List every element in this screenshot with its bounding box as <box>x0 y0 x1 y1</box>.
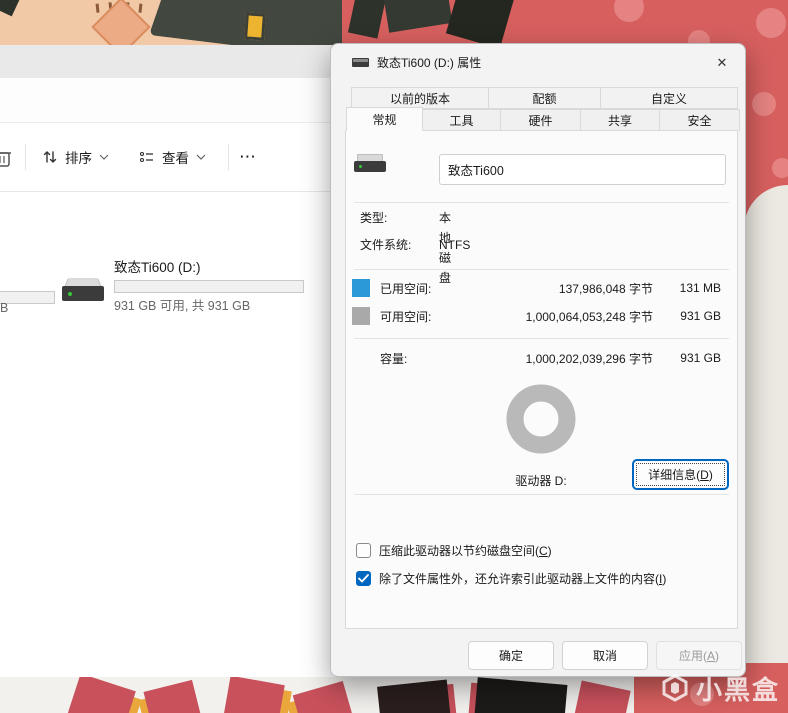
free-space-swatch <box>352 307 370 325</box>
details-button[interactable]: 详细信息(D) <box>633 460 728 489</box>
dialog-titlebar: 致态Ti600 (D:) 属性 ✕ <box>331 44 745 80</box>
divider <box>354 494 729 495</box>
wallpaper-dot <box>752 92 776 116</box>
properties-dialog: 致态Ti600 (D:) 属性 ✕ 以前的版本 配额 自定义 常规 工具 硬件 … <box>330 43 746 677</box>
compress-checkbox[interactable] <box>356 542 371 558</box>
dialog-title: 致态Ti600 (D:) 属性 <box>377 56 482 70</box>
close-button[interactable]: ✕ <box>707 49 737 77</box>
index-checkbox-row[interactable]: 除了文件属性外，还允许索引此驱动器上文件的内容(I) <box>356 569 666 587</box>
used-space-swatch <box>352 279 370 297</box>
screen: 小黑盒 排序 查看 ⋯ B 致态Ti600 (D:) 931 GB 可用, 共 … <box>0 0 788 713</box>
sort-label: 排序 <box>65 151 92 166</box>
index-checkbox-label: 除了文件属性外，还允许索引此驱动器上文件的内容(I) <box>379 571 667 586</box>
used-space-label: 已用空间: <box>380 281 432 296</box>
view-icon <box>139 151 153 163</box>
divider <box>354 269 729 270</box>
type-row: 类型: 本地磁盘 <box>360 208 451 285</box>
drive-icon <box>62 275 104 307</box>
sort-button[interactable]: 排序 <box>32 139 119 175</box>
filesystem-row: 文件系统: NTFS <box>360 235 470 255</box>
used-space-bytes: 137,986,048 字节 <box>558 281 653 296</box>
free-space-row: 可用空间: 1,000,064,053,248 字节 931 GB <box>352 305 725 327</box>
general-tab-panel: 类型: 本地磁盘 文件系统: NTFS 已用空间: 137,986,048 字节… <box>345 130 738 629</box>
type-label: 类型: <box>360 211 388 225</box>
tab-quota[interactable]: 配额 <box>488 87 601 109</box>
wallpaper-dot <box>772 158 788 178</box>
tab-hardware[interactable]: 硬件 <box>500 109 581 131</box>
compress-checkbox-row[interactable]: 压缩此驱动器以节约磁盘空间(C) <box>356 541 552 559</box>
drive-label-input[interactable] <box>439 154 726 185</box>
tab-sharing[interactable]: 共享 <box>580 109 660 131</box>
explorer-address-strip <box>0 78 336 123</box>
drive-caption-partial: B <box>0 301 9 315</box>
free-space-label: 可用空间: <box>380 309 432 324</box>
wallpaper-hair-strand <box>383 0 453 33</box>
drive-mini-icon <box>352 58 369 67</box>
wallpaper-dot <box>614 0 644 22</box>
delete-icon[interactable] <box>0 147 13 169</box>
sort-icon <box>43 151 57 163</box>
wallpaper-graffiti <box>0 677 634 713</box>
drive-capacity-text: 931 GB 可用, 共 931 GB <box>114 299 251 313</box>
compress-checkbox-label: 压缩此驱动器以节约磁盘空间(C) <box>379 543 552 558</box>
file-explorer-window: 排序 查看 ⋯ B 致态Ti600 (D:) 931 GB 可用, 共 931 … <box>0 45 336 677</box>
tab-row-primary: 常规 工具 硬件 共享 安全 <box>346 107 740 131</box>
tab-general[interactable]: 常规 <box>346 107 423 131</box>
drive-letter-label: 驱动器 D: <box>515 474 567 488</box>
tab-previous-versions[interactable]: 以前的版本 <box>351 87 489 109</box>
tab-customize[interactable]: 自定义 <box>600 87 738 109</box>
check-icon <box>358 573 369 583</box>
tab-security[interactable]: 安全 <box>659 109 740 131</box>
toolbar-separator <box>25 144 26 170</box>
filesystem-label: 文件系统: <box>360 238 412 252</box>
explorer-toolbar: 排序 查看 ⋯ <box>0 123 336 192</box>
capacity-bytes: 1,000,202,039,296 字节 <box>525 351 653 366</box>
watermark: 小黑盒 <box>660 666 786 710</box>
divider <box>354 202 729 203</box>
drive-icon <box>354 153 386 175</box>
chevron-down-icon <box>196 154 206 160</box>
wallpaper-dot <box>756 8 786 38</box>
divider <box>354 338 729 339</box>
wallpaper-hair-corner <box>0 0 22 17</box>
view-label: 查看 <box>162 151 189 166</box>
wallpaper-face <box>0 0 342 46</box>
drive-list-item[interactable]: 致态Ti600 (D:) 931 GB 可用, 共 931 GB <box>62 259 316 323</box>
wallpaper-white-shape <box>744 185 788 663</box>
chevron-down-icon <box>99 154 109 160</box>
view-button[interactable]: 查看 <box>129 139 216 175</box>
ok-button[interactable]: 确定 <box>468 641 554 670</box>
filesystem-value: NTFS <box>439 238 471 252</box>
wallpaper-glasses-gem <box>244 12 266 41</box>
index-checkbox[interactable] <box>356 570 371 586</box>
free-space-bytes: 1,000,064,053,248 字节 <box>525 309 653 324</box>
drive-name: 致态Ti600 (D:) <box>114 260 201 275</box>
capacity-size: 931 GB <box>680 351 721 365</box>
wallpaper-hair-strand <box>445 0 515 49</box>
capacity-row: 容量: 1,000,202,039,296 字节 931 GB <box>352 347 725 369</box>
watermark-text: 小黑盒 <box>696 674 781 705</box>
capacity-label: 容量: <box>380 351 408 366</box>
tab-row-secondary: 以前的版本 配额 自定义 <box>351 87 738 109</box>
drive-capacity-bar <box>114 280 304 293</box>
close-icon: ✕ <box>716 55 728 70</box>
explorer-titlebar <box>0 45 336 78</box>
tab-tools[interactable]: 工具 <box>422 109 501 131</box>
free-space-size: 931 GB <box>680 309 721 323</box>
more-options-button[interactable]: ⋯ <box>229 139 267 175</box>
heybox-logo-icon <box>662 674 688 702</box>
wallpaper-hair-strand <box>347 0 387 39</box>
cancel-button[interactable]: 取消 <box>562 641 648 670</box>
used-space-row: 已用空间: 137,986,048 字节 131 MB <box>352 277 725 299</box>
used-space-size: 131 MB <box>679 281 721 295</box>
disk-usage-donut-chart <box>506 384 576 454</box>
